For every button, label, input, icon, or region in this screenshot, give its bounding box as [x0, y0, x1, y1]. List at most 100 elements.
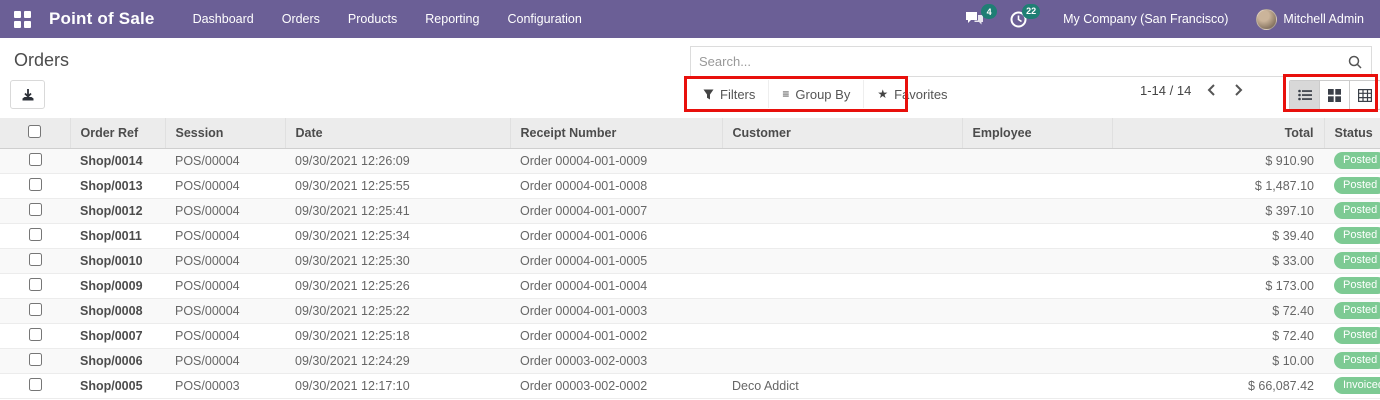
pivot-view-button[interactable]	[1350, 81, 1380, 109]
session-cell: POS/00004	[165, 273, 285, 299]
employee-cell	[962, 348, 1112, 374]
menu-item-products[interactable]: Products	[334, 0, 411, 38]
total-cell: $ 1,487.10	[1112, 173, 1324, 199]
column-header-order-ref[interactable]: Order Ref	[70, 118, 166, 149]
status-cell: Posted	[1324, 223, 1380, 249]
menu-item-dashboard[interactable]: Dashboard	[179, 0, 268, 38]
date-cell: 09/30/2021 12:25:41	[285, 198, 510, 224]
menu-item-orders[interactable]: Orders	[268, 0, 334, 38]
customer-cell	[722, 323, 962, 349]
group-by-button[interactable]: ≡ Group By	[769, 80, 865, 108]
total-cell: $ 397.10	[1112, 198, 1324, 224]
table-row[interactable]: Shop/0007 POS/00004 09/30/2021 12:25:18 …	[0, 323, 1380, 349]
table-row[interactable]: Shop/0006 POS/00004 09/30/2021 12:24:29 …	[0, 348, 1380, 374]
apps-menu-icon[interactable]	[14, 10, 31, 28]
search-input[interactable]	[691, 54, 1348, 69]
chevron-right-icon	[1235, 84, 1243, 96]
session-cell: POS/00004	[165, 148, 285, 174]
table-row[interactable]: Shop/0013 POS/00004 09/30/2021 12:25:55 …	[0, 173, 1380, 199]
kanban-view-button[interactable]	[1320, 81, 1350, 109]
select-all-checkbox[interactable]	[28, 124, 42, 138]
column-header-employee[interactable]: Employee	[962, 118, 1113, 149]
column-header-status[interactable]: Status	[1324, 118, 1380, 149]
list-view-icon	[1297, 89, 1312, 101]
total-cell: $ 910.90	[1112, 148, 1324, 174]
session-cell: POS/00004	[165, 348, 285, 374]
customer-cell	[722, 348, 962, 374]
column-header-session[interactable]: Session	[165, 118, 286, 149]
receipt-cell: Order 00004-001-0006	[510, 223, 722, 249]
customer-cell	[722, 248, 962, 274]
user-avatar	[1256, 8, 1278, 30]
status-badge: Posted	[1334, 252, 1380, 269]
row-checkbox[interactable]	[28, 302, 42, 316]
row-checkbox[interactable]	[28, 227, 42, 241]
status-cell: Posted	[1324, 173, 1380, 199]
row-checkbox[interactable]	[28, 277, 42, 291]
employee-cell	[962, 373, 1112, 399]
company-switcher[interactable]: My Company (San Francisco)	[1063, 12, 1228, 26]
filters-button[interactable]: Filters	[690, 80, 770, 108]
row-checkbox[interactable]	[28, 177, 42, 191]
table-row[interactable]: Shop/0010 POS/00004 09/30/2021 12:25:30 …	[0, 248, 1380, 274]
status-cell: Invoiced	[1324, 373, 1380, 399]
pager-next-button[interactable]	[1232, 82, 1245, 98]
star-icon: ★	[877, 87, 889, 101]
user-menu[interactable]: Mitchell Admin	[1256, 8, 1364, 30]
date-cell: 09/30/2021 12:25:26	[285, 273, 510, 299]
receipt-cell: Order 00003-002-0003	[510, 348, 722, 374]
order-ref-cell: Shop/0009	[70, 273, 165, 299]
menu-item-configuration[interactable]: Configuration	[493, 0, 595, 38]
app-brand[interactable]: Point of Sale	[49, 9, 155, 29]
total-cell: $ 72.40	[1112, 298, 1324, 324]
row-checkbox[interactable]	[28, 377, 42, 391]
status-cell: Posted	[1324, 248, 1380, 274]
row-checkbox[interactable]	[28, 252, 42, 266]
order-ref-cell: Shop/0006	[70, 348, 165, 374]
page-title: Orders	[14, 50, 70, 70]
search-box	[690, 46, 1372, 77]
pager-previous-button[interactable]	[1205, 82, 1218, 98]
receipt-cell: Order 00003-002-0002	[510, 373, 722, 399]
row-checkbox[interactable]	[28, 352, 42, 366]
total-cell: $ 173.00	[1112, 273, 1324, 299]
activities-icon[interactable]: 22	[1010, 3, 1041, 28]
table-row[interactable]: Shop/0005 POS/00003 09/30/2021 12:17:10 …	[0, 373, 1380, 399]
favorites-button[interactable]: ★ Favorites	[864, 80, 961, 108]
order-ref-cell: Shop/0011	[70, 223, 165, 249]
status-badge: Invoiced	[1334, 377, 1380, 394]
column-header-date[interactable]: Date	[285, 118, 511, 149]
session-cell: POS/00004	[165, 223, 285, 249]
menu-item-reporting[interactable]: Reporting	[411, 0, 493, 38]
search-options: Filters ≡ Group By ★ Favorites	[690, 80, 961, 108]
main-menu: Dashboard Orders Products Reporting Conf…	[179, 0, 596, 38]
list-view-button[interactable]	[1290, 81, 1320, 109]
employee-cell	[962, 273, 1112, 299]
table-row[interactable]: Shop/0009 POS/00004 09/30/2021 12:25:26 …	[0, 273, 1380, 299]
column-header-total[interactable]: Total	[1112, 118, 1325, 149]
order-ref-cell: Shop/0013	[70, 173, 165, 199]
top-navbar: Point of Sale Dashboard Orders Products …	[0, 0, 1380, 38]
pivot-view-icon	[1358, 88, 1372, 102]
column-header-receipt-number[interactable]: Receipt Number	[510, 118, 723, 149]
employee-cell	[962, 198, 1112, 224]
pager-value[interactable]: 1-14 / 14	[1140, 83, 1191, 98]
customer-cell	[722, 298, 962, 324]
receipt-cell: Order 00004-001-0009	[510, 148, 722, 174]
receipt-cell: Order 00004-001-0005	[510, 248, 722, 274]
row-checkbox[interactable]	[28, 202, 42, 216]
table-row[interactable]: Shop/0012 POS/00004 09/30/2021 12:25:41 …	[0, 198, 1380, 224]
column-header-customer[interactable]: Customer	[722, 118, 963, 149]
row-checkbox[interactable]	[28, 327, 42, 341]
table-row[interactable]: Shop/0014 POS/00004 09/30/2021 12:26:09 …	[0, 148, 1380, 174]
row-checkbox[interactable]	[28, 152, 42, 166]
order-ref-cell: Shop/0007	[70, 323, 165, 349]
messages-icon[interactable]: 4	[965, 4, 998, 27]
status-cell: Posted	[1324, 348, 1380, 374]
table-row[interactable]: Shop/0008 POS/00004 09/30/2021 12:25:22 …	[0, 298, 1380, 324]
date-cell: 09/30/2021 12:24:29	[285, 348, 510, 374]
table-row[interactable]: Shop/0011 POS/00004 09/30/2021 12:25:34 …	[0, 223, 1380, 249]
export-button[interactable]	[10, 80, 45, 109]
table-header-row: Order Ref Session Date Receipt Number Cu…	[0, 118, 1380, 149]
order-ref-cell: Shop/0014	[70, 148, 165, 174]
